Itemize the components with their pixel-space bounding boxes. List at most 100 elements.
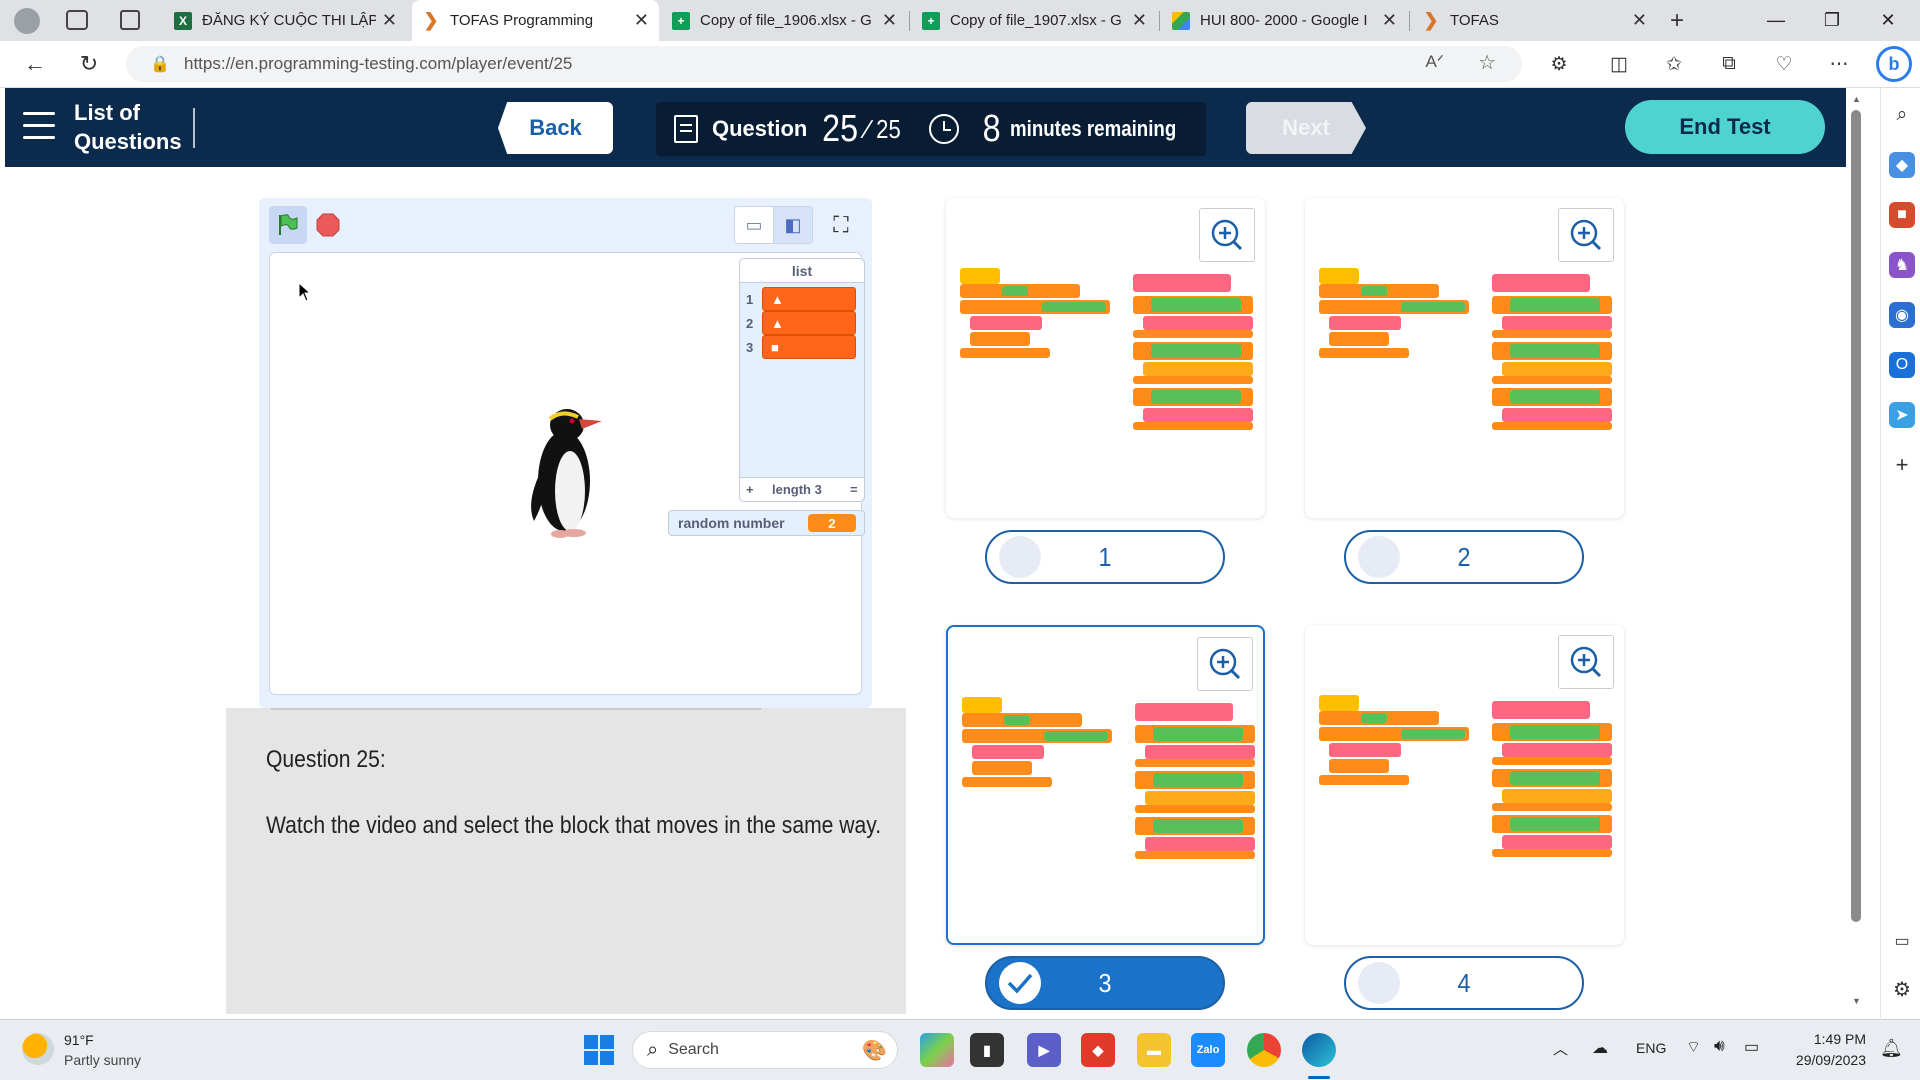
more-menu-icon[interactable]: ⋯ (1824, 49, 1854, 79)
split-screen-icon[interactable]: ◫ (1604, 49, 1634, 79)
browser-tab-strip: X ĐĂNG KÝ CUỘC THI LẬP ✕ ❯ TOFAS Program… (0, 0, 1920, 41)
tab-tofas[interactable]: ❯ TOFAS ✕ (1412, 0, 1657, 41)
bing-copilot-icon[interactable]: b (1876, 46, 1912, 82)
sidebar-search-icon[interactable]: ⌕ (1889, 102, 1915, 128)
edge-app-icon[interactable] (1302, 1033, 1336, 1067)
extensions-icon[interactable]: ⚙ (1544, 49, 1574, 79)
workspaces-icon[interactable] (66, 10, 88, 30)
tab-actions-icon[interactable] (120, 10, 140, 30)
tab-hui[interactable]: HUI 800- 2000 - Google I ✕ (1162, 0, 1407, 41)
zalo-app-icon[interactable]: Zalo (1191, 1033, 1225, 1067)
close-icon[interactable]: ✕ (882, 10, 897, 31)
notification-bell-icon[interactable]: 🔔︎ (1880, 1038, 1903, 1059)
file-explorer-icon[interactable]: ▬ (1137, 1033, 1171, 1067)
new-tab-icon[interactable]: + (1662, 6, 1692, 36)
url-field[interactable]: 🔒 https://en.programming-testing.com/pla… (126, 46, 1522, 82)
checkmark-icon[interactable] (999, 962, 1041, 1004)
penguin-sprite[interactable] (522, 403, 612, 543)
refresh-icon[interactable]: ↻ (72, 47, 106, 81)
restore-icon[interactable]: ❐ (1804, 0, 1860, 41)
tab-tofas-programming[interactable]: ❯ TOFAS Programming ✕ (412, 0, 659, 41)
profile-avatar-icon[interactable] (14, 8, 40, 34)
scroll-down-icon[interactable]: ▼ (1852, 996, 1861, 1006)
read-aloud-icon[interactable]: Aᐟ (1425, 52, 1444, 72)
window-close-icon[interactable]: ✕ (1860, 0, 1916, 41)
wifi-icon[interactable]: ⌔ (1686, 1037, 1701, 1057)
large-stage-icon[interactable]: ◧ (773, 206, 813, 244)
zoom-in-icon[interactable] (1558, 208, 1614, 262)
tab-copy-1907[interactable]: + Copy of file_1907.xlsx - G ✕ (912, 0, 1157, 41)
code-block (1401, 729, 1465, 739)
terminal-app-icon[interactable]: ▮ (970, 1033, 1004, 1067)
close-icon[interactable]: ✕ (1132, 10, 1147, 31)
chevron-up-icon[interactable]: ︿ (1553, 1038, 1568, 1059)
sidebar-settings-icon[interactable]: ⚙ (1889, 976, 1915, 1002)
tab-dang-ky[interactable]: X ĐĂNG KÝ CUỘC THI LẬP ✕ (164, 0, 407, 41)
close-icon[interactable]: ✕ (1632, 10, 1647, 31)
sidebar-panel-icon[interactable]: ▭ (1889, 928, 1915, 954)
small-stage-icon[interactable]: ▭ (734, 206, 774, 244)
zoom-in-icon[interactable] (1199, 208, 1255, 262)
option-card-2[interactable] (1305, 198, 1624, 518)
close-icon[interactable]: ✕ (382, 10, 397, 31)
zoom-in-icon[interactable] (1197, 637, 1253, 691)
sidebar-shopping-icon[interactable]: ◆ (1889, 152, 1915, 178)
sidebar-add-icon[interactable]: + (1889, 452, 1915, 478)
fullscreen-icon[interactable]: ⛶ (822, 206, 860, 244)
option-card-4[interactable] (1305, 625, 1624, 945)
weather-icon[interactable] (22, 1033, 54, 1065)
list-resize-handle[interactable]: = (850, 482, 858, 497)
option-card-3[interactable] (946, 625, 1265, 945)
list-of-questions-title[interactable]: List of Questions (74, 98, 204, 156)
hamburger-menu-icon[interactable] (23, 112, 55, 142)
answer-option-3[interactable]: 3 (985, 956, 1225, 1010)
app-icon[interactable]: ◆ (1081, 1033, 1115, 1067)
tab-copy-1906[interactable]: + Copy of file_1906.xlsx - G ✕ (662, 0, 907, 41)
sidebar-send-icon[interactable]: ➤ (1889, 402, 1915, 428)
back-button[interactable]: Back (498, 102, 613, 154)
battery-icon[interactable]: ▭ (1744, 1037, 1759, 1057)
minimize-icon[interactable]: — (1748, 0, 1804, 41)
code-block (1510, 725, 1600, 739)
radio-icon[interactable] (1358, 536, 1400, 578)
radio-icon[interactable] (1358, 962, 1400, 1004)
sidebar-m365-icon[interactable]: ◉ (1889, 302, 1915, 328)
sidebar-tools-icon[interactable]: ■ (1889, 202, 1915, 228)
clock-date[interactable]: 29/09/2023 (1784, 1052, 1866, 1068)
copilot-app-icon[interactable] (920, 1033, 954, 1067)
scratch-stage[interactable]: list 1 ▲ 2 ▲ 3 ■ + length 3 = random num… (269, 252, 865, 695)
collections-icon[interactable]: ⧉ (1714, 49, 1744, 79)
scroll-up-icon[interactable]: ▲ (1852, 94, 1861, 104)
code-block (1502, 743, 1612, 757)
list-add-icon[interactable]: + (746, 482, 754, 497)
clock-time[interactable]: 1:49 PM (1790, 1031, 1866, 1047)
answer-option-4[interactable]: 4 (1344, 956, 1584, 1010)
code-block (1133, 422, 1253, 430)
sidebar-games-icon[interactable]: ♞ (1889, 252, 1915, 278)
radio-icon[interactable] (999, 536, 1041, 578)
excel-icon: X (174, 11, 192, 30)
answer-option-1[interactable]: 1 (985, 530, 1225, 584)
option-card-1[interactable] (946, 198, 1265, 518)
performance-icon[interactable]: ♡ (1769, 49, 1799, 79)
favorite-star-icon[interactable]: ☆ (1478, 50, 1496, 75)
stop-icon[interactable] (309, 206, 347, 244)
sidebar-outlook-icon[interactable]: O (1889, 352, 1915, 378)
zoom-in-icon[interactable] (1558, 635, 1614, 689)
next-button[interactable]: Next (1246, 102, 1366, 154)
chrome-app-icon[interactable] (1247, 1033, 1281, 1067)
language-indicator[interactable]: ENG (1636, 1040, 1666, 1056)
favorites-icon[interactable]: ✩ (1659, 49, 1689, 79)
answer-option-2[interactable]: 2 (1344, 530, 1584, 584)
volume-icon[interactable]: 🔊︎ (1714, 1036, 1725, 1056)
windows-start-icon[interactable] (584, 1035, 614, 1065)
end-test-button[interactable]: End Test (1625, 100, 1825, 154)
close-icon[interactable]: ✕ (1382, 10, 1397, 31)
taskbar-search-box[interactable]: ⌕ Search 🎨 (632, 1031, 898, 1069)
onedrive-icon[interactable]: ☁ (1592, 1038, 1608, 1058)
scrollbar-thumb[interactable] (1851, 110, 1861, 922)
close-icon[interactable]: ✕ (634, 10, 649, 31)
green-flag-icon[interactable] (269, 206, 307, 244)
back-arrow-icon[interactable]: ← (18, 47, 52, 81)
teams-app-icon[interactable]: ▶ (1027, 1033, 1061, 1067)
